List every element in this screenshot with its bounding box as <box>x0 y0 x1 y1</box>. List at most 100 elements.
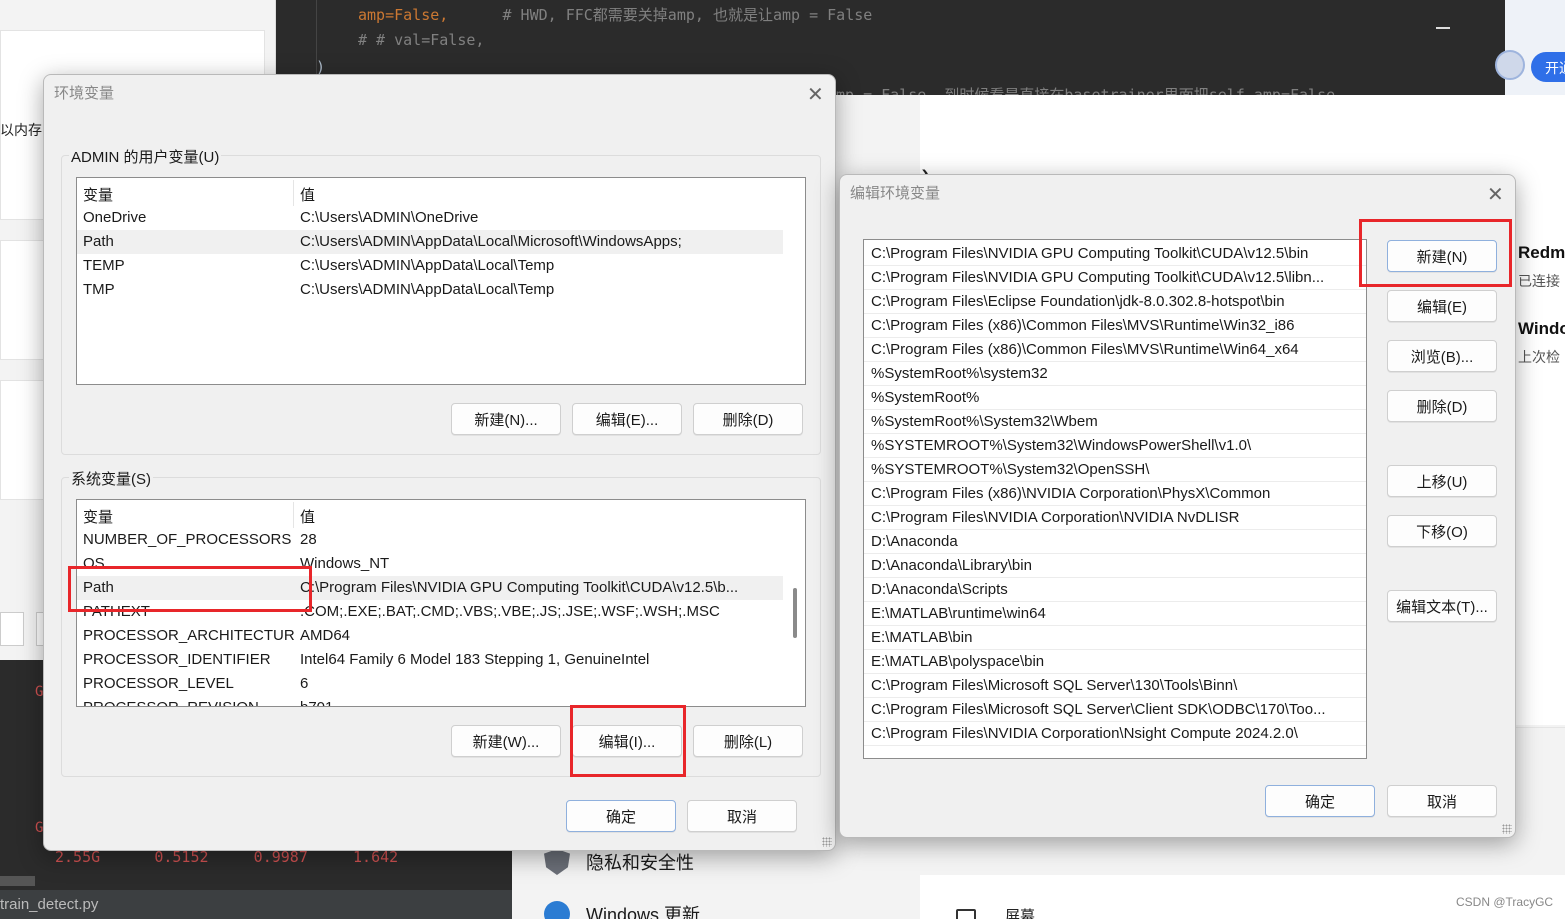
code-line: # # val=False, <box>358 31 485 49</box>
settings-item-label: 屏幕 <box>1005 908 1036 919</box>
column-header-value[interactable]: 值 <box>294 502 315 528</box>
column-header-variable[interactable]: 变量 <box>77 502 294 528</box>
table-row[interactable]: NUMBER_OF_PROCESSORS 28 <box>77 528 317 552</box>
list-item[interactable]: C:\Program Files\NVIDIA GPU Computing To… <box>864 242 1366 266</box>
list-scrollbar[interactable] <box>785 500 805 706</box>
table-row[interactable]: PATHEXT .COM;.EXE;.BAT;.CMD;.VBS;.VBE;.J… <box>77 600 720 624</box>
user-edit-button[interactable]: 编辑(E)... <box>572 403 682 435</box>
system-edit-button[interactable]: 编辑(I)... <box>572 725 682 757</box>
table-row[interactable]: PROCESSOR_REVISION b701 <box>77 696 333 706</box>
variable-value: C:\Users\ADMIN\AppData\Local\Temp <box>300 257 555 274</box>
variable-name: PATHEXT <box>83 603 150 620</box>
new-path-button[interactable]: 新建(N) <box>1387 240 1497 272</box>
nav-item-label: 隐私和安全性 <box>586 853 694 873</box>
file-name: train_detect.py <box>0 896 99 913</box>
terminal-scrollbar[interactable] <box>0 876 35 886</box>
path-list[interactable]: C:\Program Files\NVIDIA GPU Computing To… <box>863 239 1367 759</box>
list-item[interactable]: C:\Program Files\NVIDIA Corporation\NVID… <box>864 506 1366 530</box>
column-header-variable[interactable]: 变量 <box>77 180 294 206</box>
variable-value: 6 <box>300 675 309 692</box>
table-row[interactable]: OneDrive C:\Users\ADMIN\OneDrive <box>77 206 478 230</box>
list-item[interactable]: D:\Anaconda\Scripts <box>864 578 1366 602</box>
editor-tab[interactable]: train_detect.py <box>0 890 512 919</box>
variable-value: C:\Program Files\NVIDIA GPU Computing To… <box>300 579 739 596</box>
background-button[interactable] <box>0 612 24 646</box>
list-item[interactable]: E:\MATLAB\polyspace\bin <box>864 650 1366 674</box>
list-item[interactable]: C:\Program Files\Eclipse Foundation\jdk-… <box>864 290 1366 314</box>
variable-name: TMP <box>83 281 115 298</box>
ok-button[interactable]: 确定 <box>1265 785 1375 817</box>
dialog-title: 环境变量 <box>54 85 115 102</box>
system-variables-label: 系统变量(S) <box>69 468 153 489</box>
update-status: 上次检 <box>1518 349 1560 365</box>
user-variables-label: ADMIN 的用户变量(U) <box>69 146 222 167</box>
user-variables-list[interactable]: 变量 值 OneDrive C:\Users\ADMIN\OneDrive Pa… <box>76 177 806 385</box>
cancel-button[interactable]: 取消 <box>687 800 797 832</box>
cancel-button[interactable]: 取消 <box>1387 785 1497 817</box>
list-item[interactable]: %SystemRoot%\system32 <box>864 362 1366 386</box>
list-item[interactable]: C:\Program Files (x86)\Common Files\MVS\… <box>864 314 1366 338</box>
column-header-value[interactable]: 值 <box>294 180 315 206</box>
avatar[interactable] <box>1495 50 1525 80</box>
close-icon[interactable]: ✕ <box>807 85 824 105</box>
list-item[interactable]: %SYSTEMROOT%\System32\WindowsPowerShell\… <box>864 434 1366 458</box>
move-up-button[interactable]: 上移(U) <box>1387 465 1497 497</box>
browse-button[interactable]: 浏览(B)... <box>1387 340 1497 372</box>
variable-name: OS <box>83 555 105 572</box>
nav-item-label: Windows 更新 <box>586 905 701 919</box>
table-row[interactable]: PROCESSOR_ARCHITECTURE AMD64 <box>77 624 350 648</box>
text-caret <box>1436 27 1450 29</box>
list-item[interactable]: %SystemRoot%\System32\Wbem <box>864 410 1366 434</box>
table-row[interactable]: TMP C:\Users\ADMIN\AppData\Local\Temp <box>77 278 554 302</box>
table-row[interactable]: PROCESSOR_IDENTIFIER Intel64 Family 6 Mo… <box>77 648 649 672</box>
variable-name: Path <box>83 579 114 596</box>
table-row[interactable]: PROCESSOR_LEVEL 6 <box>77 672 308 696</box>
browser-toolbar: 开通 <box>1495 0 1565 95</box>
open-button[interactable]: 开通 <box>1531 52 1565 82</box>
list-item[interactable]: C:\Program Files\NVIDIA GPU Computing To… <box>864 266 1366 290</box>
system-new-button[interactable]: 新建(W)... <box>451 725 561 757</box>
variable-name: PROCESSOR_LEVEL <box>83 675 234 692</box>
table-row[interactable]: OS Windows_NT <box>77 552 389 576</box>
scrollbar-thumb[interactable] <box>793 588 797 638</box>
table-row[interactable]: TEMP C:\Users\ADMIN\AppData\Local\Temp <box>77 254 554 278</box>
resize-grip-icon[interactable] <box>1502 824 1512 834</box>
system-variables-list[interactable]: 变量 值 NUMBER_OF_PROCESSORS 28 OS Windows_… <box>76 499 806 707</box>
list-item[interactable]: C:\Program Files\Microsoft SQL Server\13… <box>864 674 1366 698</box>
variable-name: PROCESSOR_ARCHITECTURE <box>83 627 294 644</box>
variable-value: Intel64 Family 6 Model 183 Stepping 1, G… <box>300 651 650 668</box>
user-new-button[interactable]: 新建(N)... <box>451 403 561 435</box>
shield-icon <box>544 849 570 875</box>
list-item[interactable]: %SYSTEMROOT%\System32\OpenSSH\ <box>864 458 1366 482</box>
resize-grip-icon[interactable] <box>822 837 832 847</box>
ok-button[interactable]: 确定 <box>566 800 676 832</box>
user-delete-button[interactable]: 删除(D) <box>693 403 803 435</box>
table-row-selected[interactable]: Path C:\Program Files\NVIDIA GPU Computi… <box>77 576 783 600</box>
variable-value: 28 <box>300 531 317 548</box>
env-variables-dialog: 环境变量 ✕ ADMIN 的用户变量(U) 变量 值 OneDrive C:\U… <box>43 74 836 851</box>
list-item[interactable]: %SystemRoot% <box>864 386 1366 410</box>
edit-text-button[interactable]: 编辑文本(T)... <box>1387 590 1497 622</box>
system-delete-button[interactable]: 删除(L) <box>693 725 803 757</box>
variable-name: PROCESSOR_IDENTIFIER <box>83 651 271 668</box>
list-item[interactable]: C:\Program Files (x86)\NVIDIA Corporatio… <box>864 482 1366 506</box>
list-item[interactable]: C:\Program Files (x86)\Common Files\MVS\… <box>864 338 1366 362</box>
delete-path-button[interactable]: 删除(D) <box>1387 390 1497 422</box>
list-item[interactable]: C:\Program Files\Microsoft SQL Server\Cl… <box>864 698 1366 722</box>
code-line: amp=False, # HWD, FFC都需要关掉amp, 也就是让amp =… <box>358 4 872 25</box>
move-down-button[interactable]: 下移(O) <box>1387 515 1497 547</box>
list-item[interactable]: D:\Anaconda\Library\bin <box>864 554 1366 578</box>
list-header: 变量 值 <box>77 180 315 206</box>
code-comment: # HWD, FFC都需要关掉amp, 也就是让amp = False <box>502 6 873 24</box>
list-item[interactable]: E:\MATLAB\runtime\win64 <box>864 602 1366 626</box>
list-item[interactable]: E:\MATLAB\bin <box>864 626 1366 650</box>
close-icon[interactable]: ✕ <box>1487 185 1504 205</box>
nav-item-privacy[interactable]: 隐私和安全性 <box>544 849 694 875</box>
list-item[interactable]: C:\Program Files\NVIDIA Corporation\Nsig… <box>864 722 1366 746</box>
nav-item-windows-update[interactable]: Windows 更新 <box>544 901 700 919</box>
code-keyword: amp=False, <box>358 6 449 24</box>
device-title: Redm <box>1518 243 1565 262</box>
edit-path-button[interactable]: 编辑(E) <box>1387 290 1497 322</box>
list-item[interactable]: D:\Anaconda <box>864 530 1366 554</box>
table-row[interactable]: Path C:\Users\ADMIN\AppData\Local\Micros… <box>77 230 783 254</box>
